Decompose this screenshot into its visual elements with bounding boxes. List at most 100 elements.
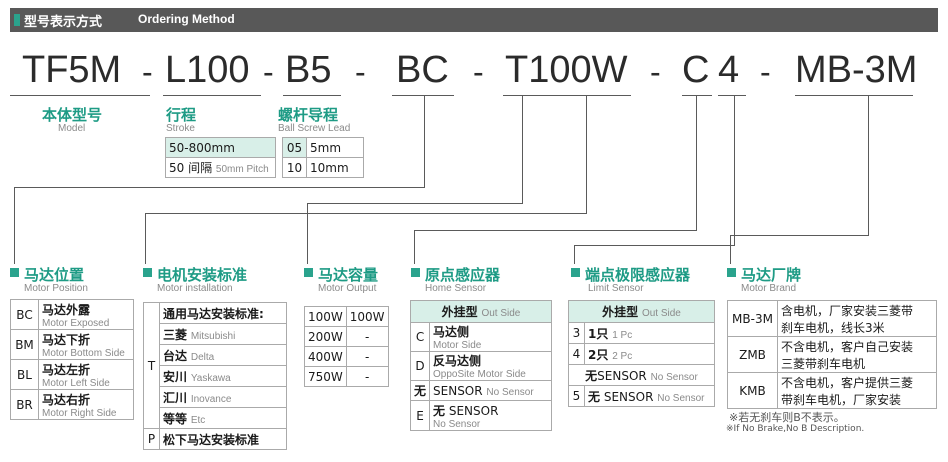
limit-none-cn: 无 [585,368,598,383]
brand-key: MB-3M [727,300,778,337]
output-key: 400W [304,346,347,367]
section-marker [304,268,313,277]
section-marker [571,268,580,277]
position-cn: 马达左折 [42,362,91,377]
limit-five-en: No Sensor [657,392,705,404]
home-en: Motor Side [433,340,482,351]
brand-en: Etc [190,414,206,426]
lead-key: 05 [282,137,307,158]
limit-cn: 2只 [588,347,609,362]
home-cn: 马达侧 [433,325,470,339]
brand-cn: 等等 [163,411,188,426]
limit-en: 1 Pc [612,329,633,341]
limit-en: 2 Pc [612,350,633,362]
home-title: 原点感应器 [425,266,501,284]
brand-en: Delta [190,351,215,363]
position-key: BM [10,329,39,360]
limit-head-en: Out Side [641,308,681,319]
code-stroke: L100 [165,49,250,91]
limit-cn: 1只 [588,326,609,341]
stroke-pitch-cn: 50 间隔 [169,161,213,175]
code-dash: - [263,54,274,90]
lead-value: 5mm [306,137,364,158]
output-subtitle: Motor Output [318,283,377,294]
brand-desc: 刹车电机，线长3米 [781,320,885,335]
limit-none-en: No Sensor [650,371,698,383]
stroke-table: 50-800mm 50 间隔 50mm Pitch [165,137,276,178]
output-key: 750W [304,366,347,387]
model-subtitle: Model [58,123,86,134]
stroke-subtitle: Stroke [166,123,195,134]
position-key: BL [10,359,39,390]
underline-position [392,95,454,96]
brand-key: KMB [727,372,778,409]
brand-note-en: ※If No Brake,No B Description. [726,424,865,434]
brand-desc: 不含电机，客户提供三菱 [781,375,914,390]
output-title: 马达容量 [318,266,379,284]
home-none-cn: SENSOR [433,383,483,398]
code-dash: - [650,54,661,90]
lead-subtitle: Ball Screw Lead [278,123,351,134]
stroke-title: 行程 [166,106,197,124]
code-home: C [682,49,710,91]
mounting-t-key: T [143,302,160,429]
output-key: 200W [304,326,347,347]
brand-note-cn: ※若无刹车则B不表示。 [729,411,845,424]
position-cn: 马达外露 [42,302,91,317]
brand-desc: 三菱带刹车电机 [781,356,866,371]
lead-table: 05 5mm 10 10mm [282,137,364,178]
limit-five-key: 5 [568,385,585,407]
header-marker [14,14,20,26]
section-marker [411,268,420,277]
output-value: - [345,346,389,367]
brand-cn: 汇川 [163,390,188,405]
lead-value: 10mm [306,157,364,178]
stroke-pitch-en: 50mm Pitch [215,164,269,175]
home-key: D [409,351,431,381]
home-e-sensor: SENSOR [448,403,499,418]
section-marker [143,268,152,277]
home-none-key: 无 [409,380,431,401]
home-e-key: E [409,400,431,431]
home-key: C [409,322,431,352]
limit-head-cn: 外挂型 [602,305,639,319]
home-e-en: No Sensor [433,418,481,430]
limit-title: 端点极限感应器 [585,266,691,284]
brand-key: ZMB [727,336,778,373]
position-cn: 马达右折 [42,392,91,407]
underline-limit [718,95,746,96]
limit-none-sensor: SENSOR [597,368,647,383]
brand-cn: 安川 [163,369,188,384]
home-cn: 反马达侧 [433,354,482,368]
output-key: 100W [304,306,347,327]
lead-title: 螺杆导程 [278,106,339,124]
header-title-en: Ordering Method [138,12,235,26]
position-title: 马达位置 [24,266,85,284]
position-subtitle: Motor Position [24,283,88,294]
brand-table: MB-3M 含电机，厂家安装三菱带 刹车电机，线长3米 ZMB 不含电机，客户自己安装… [727,300,937,409]
brand-en: Mitsubishi [190,330,236,342]
brand-desc: 含电机，厂家安装三菱带 [781,303,914,318]
code-model: TF5M [22,49,122,91]
position-en: Motor Exposed [42,317,110,329]
code-position: BC [396,49,449,91]
mounting-title: 电机安装标准 [157,266,248,284]
mounting-table: T 通用马达安装标准: 三菱 Mitsubishi 台达 Delta 安川 Yas… [143,302,287,450]
home-head-cn: 外挂型 [441,305,478,319]
model-title: 本体型号 [42,106,103,124]
brand-desc: 带刹车电机，厂家安装 [781,392,902,407]
header-bar: 型号表示方式 Ordering Method [10,8,938,32]
limit-table: 外挂型 Out Side 3 1只 1 Pc 4 2只 2 Pc 无SENSOR N… [568,300,715,407]
underline-model [10,95,150,96]
header-title-cn: 型号表示方式 [24,15,103,30]
output-value: - [345,326,389,347]
brand-cn: 三菱 [163,327,188,342]
stroke-pitch: 50 间隔 50mm Pitch [165,157,276,178]
position-table: BC 马达外露 Motor Exposed BM 马达下折 Motor Bottom S… [10,299,134,420]
home-table: 外挂型 Out Side C 马达侧 Motor Side D 反马达侧 OppoSit… [409,300,552,431]
underline-lead [283,95,341,96]
code-dash: - [760,54,771,90]
brand-en: Yaskawa [190,372,231,384]
home-e-cn: 无 [433,403,446,418]
code-dash: - [355,54,366,90]
